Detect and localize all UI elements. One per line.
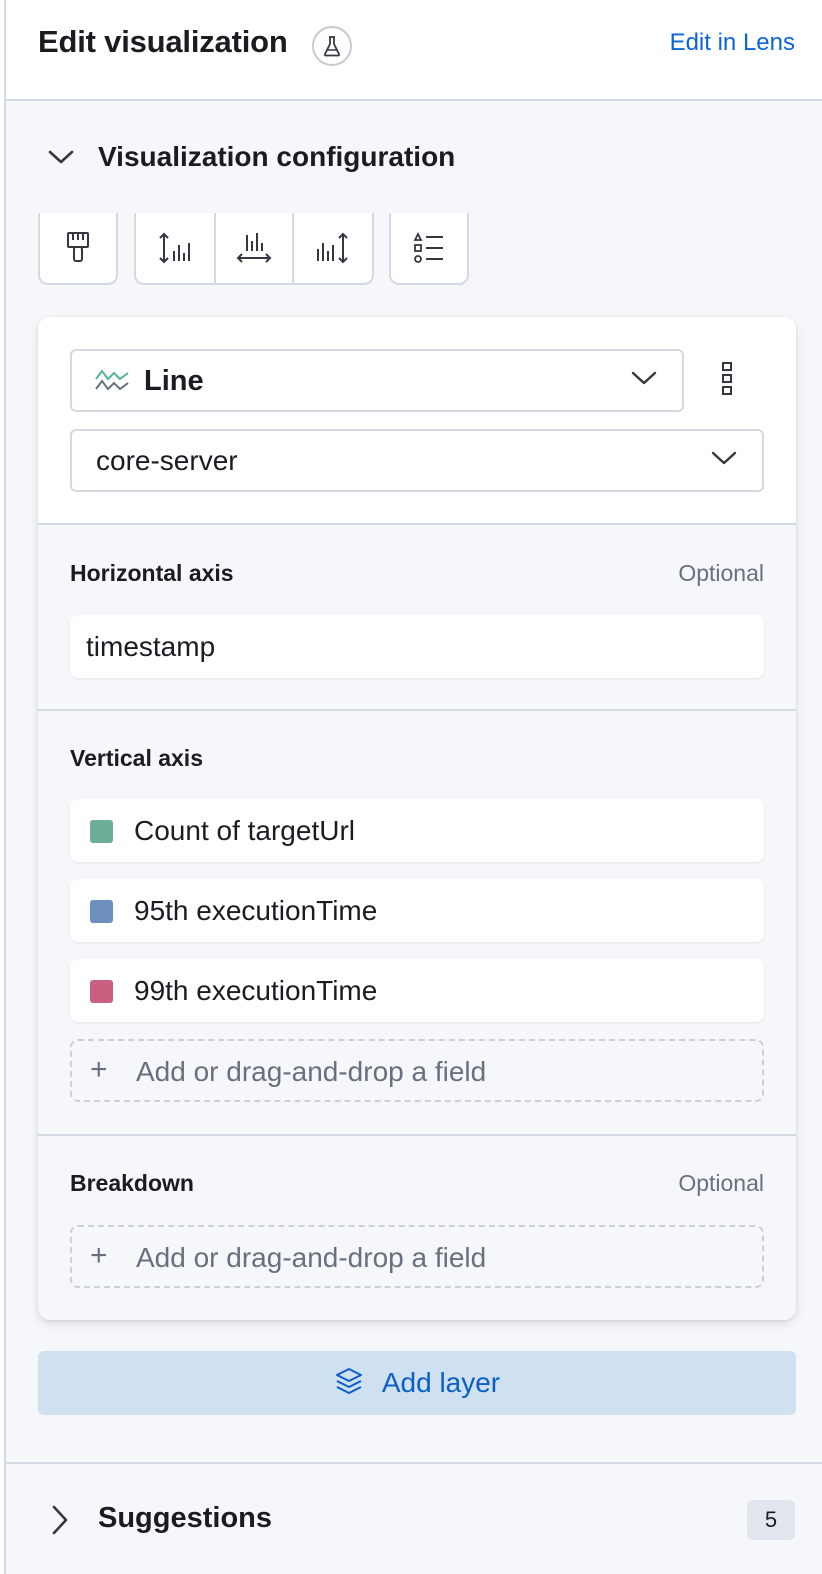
divider (38, 709, 796, 711)
plus-icon: + (90, 1239, 108, 1272)
index-select[interactable]: core-server (70, 429, 764, 492)
vertical-axis-field[interactable]: 99th executionTime (70, 959, 764, 1022)
chart-type-label: Line (144, 365, 204, 397)
layer-actions-icon[interactable] (720, 361, 734, 402)
horizontal-axis-field[interactable]: timestamp (70, 615, 764, 678)
left-axis-icon[interactable] (136, 213, 214, 283)
vertical-axis-field[interactable]: 95th executionTime (70, 879, 764, 942)
series-color-swatch[interactable] (90, 980, 113, 1003)
panel-body: Visualization configuration Line core-se… (6, 101, 822, 1574)
line-chart-icon (94, 365, 130, 400)
layer-panel: Line core-server Horizontal axis Optiona… (38, 317, 796, 1320)
legend-icon[interactable] (391, 213, 467, 283)
add-layer-button[interactable]: Add layer (38, 1351, 796, 1415)
plus-icon: + (90, 1053, 108, 1086)
visualization-configuration-title[interactable]: Visualization configuration (98, 141, 455, 173)
field-label: Count of targetUrl (134, 815, 355, 846)
breakdown-label: Breakdown (70, 1170, 194, 1196)
horizontal-axis-optional: Optional (678, 560, 764, 586)
series-color-swatch[interactable] (90, 820, 113, 843)
panel-title: Edit visualization (38, 24, 288, 59)
chevron-down-icon[interactable] (46, 139, 76, 175)
chevron-down-icon (630, 369, 658, 392)
bottom-axis-icon[interactable] (214, 213, 292, 283)
horizontal-axis-label: Horizontal axis (70, 560, 234, 586)
breakdown-add-field[interactable]: + Add or drag-and-drop a field (70, 1225, 764, 1288)
edit-visualization-panel: Edit visualization Edit in Lens Visualiz… (6, 0, 822, 1574)
field-label: timestamp (86, 631, 216, 662)
right-axis-icon[interactable] (292, 213, 370, 283)
add-field-label: Add or drag-and-drop a field (136, 1242, 487, 1273)
flask-icon[interactable] (312, 26, 352, 66)
suggestions-title[interactable]: Suggestions (98, 1502, 272, 1535)
vertical-axis-field[interactable]: Count of targetUrl (70, 799, 764, 862)
add-field-label: Add or drag-and-drop a field (136, 1056, 487, 1087)
layer-header: Line core-server (38, 317, 796, 525)
index-label: core-server (96, 445, 238, 476)
divider (6, 1462, 822, 1464)
chart-type-select[interactable]: Line (70, 349, 684, 412)
vertical-axis-add-field[interactable]: + Add or drag-and-drop a field (70, 1039, 764, 1102)
edit-in-lens-link[interactable]: Edit in Lens (670, 29, 795, 57)
layers-icon (334, 1366, 364, 1401)
field-label: 95th executionTime (134, 895, 378, 926)
style-toolbar-group (38, 213, 118, 285)
vertical-axis-label: Vertical axis (70, 745, 203, 771)
add-layer-label: Add layer (381, 1367, 501, 1398)
field-label: 99th executionTime (134, 975, 378, 1006)
breakdown-optional: Optional (678, 1170, 764, 1196)
paintbrush-icon[interactable] (40, 213, 116, 283)
series-color-swatch[interactable] (90, 900, 113, 923)
axis-toolbar-group (134, 213, 374, 285)
panel-header: Edit visualization Edit in Lens (6, 0, 822, 101)
legend-toolbar-group (389, 213, 469, 285)
suggestions-count-badge: 5 (747, 1500, 795, 1540)
divider (38, 1134, 796, 1136)
chevron-down-icon (710, 449, 738, 472)
chevron-right-icon[interactable] (50, 1504, 70, 1541)
